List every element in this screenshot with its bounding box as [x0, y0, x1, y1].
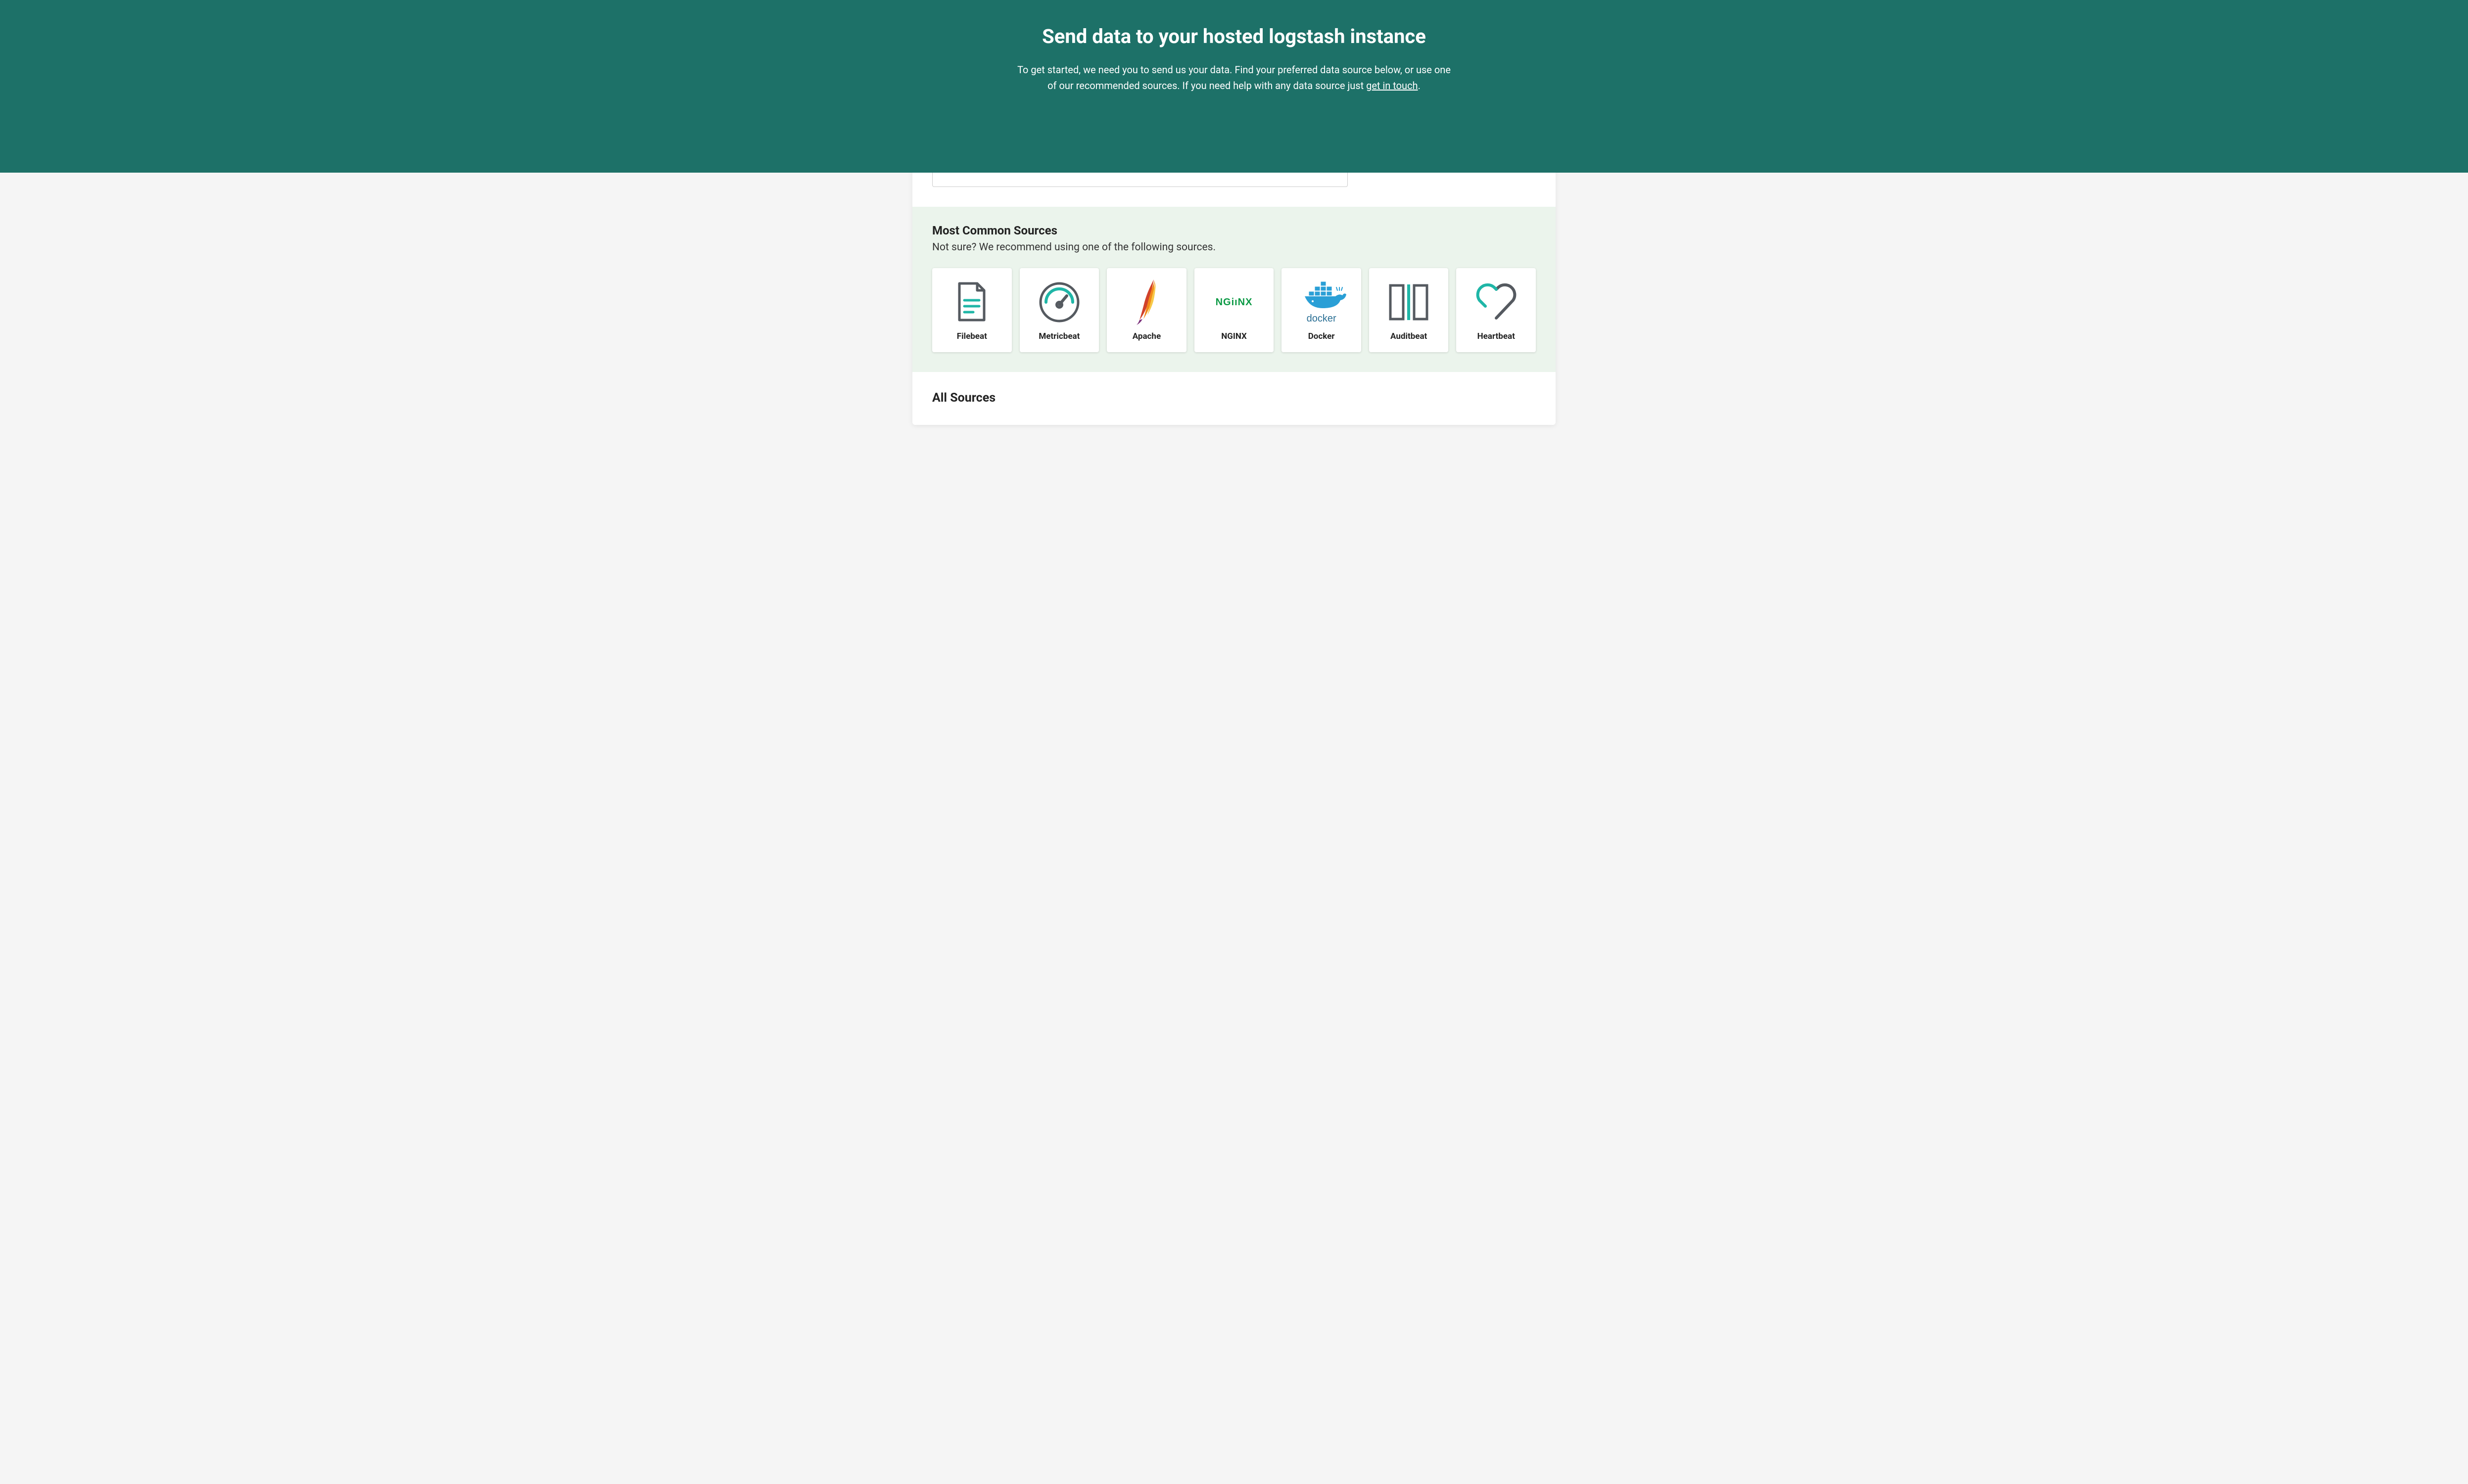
tile-nginx[interactable]: NGiıNX NGINX	[1194, 268, 1274, 352]
metricbeat-icon	[1025, 280, 1094, 325]
nginx-icon: NGiıNX	[1199, 280, 1269, 325]
common-sources-section: Most Common Sources Not sure? We recomme…	[912, 207, 1556, 372]
tile-docker[interactable]: docker Docker	[1281, 268, 1361, 352]
tile-filebeat[interactable]: Filebeat	[932, 268, 1012, 352]
auditbeat-icon	[1374, 280, 1444, 325]
hero-intro-suffix: .	[1418, 80, 1421, 92]
tile-label: Metricbeat	[1039, 331, 1080, 341]
tile-apache[interactable]: Apache	[1107, 268, 1187, 352]
tile-label: Auditbeat	[1390, 331, 1427, 341]
tile-label: Apache	[1133, 331, 1161, 341]
tile-label: NGINX	[1221, 331, 1246, 341]
docker-wordmark: docker	[1307, 313, 1336, 325]
get-in-touch-link[interactable]: get in touch	[1366, 80, 1418, 92]
tile-label: Filebeat	[957, 331, 987, 341]
common-subtitle: Not sure? We recommend using one of the …	[932, 241, 1536, 253]
tile-metricbeat[interactable]: Metricbeat	[1020, 268, 1099, 352]
tile-label: Heartbeat	[1477, 331, 1515, 341]
docker-icon: docker	[1286, 280, 1356, 325]
filebeat-icon	[937, 280, 1007, 325]
all-sources-section: All Sources	[912, 372, 1556, 425]
heartbeat-icon	[1461, 280, 1531, 325]
tile-auditbeat[interactable]: Auditbeat	[1369, 268, 1449, 352]
all-sources-heading: All Sources	[932, 391, 1536, 405]
page-title: Send data to your hosted logstash instan…	[10, 25, 2458, 48]
hero-banner: Send data to your hosted logstash instan…	[0, 0, 2468, 173]
tile-heartbeat[interactable]: Heartbeat	[1456, 268, 1536, 352]
apache-icon	[1112, 280, 1182, 325]
common-heading: Most Common Sources	[932, 224, 1536, 237]
common-tiles: Filebeat Metricbeat	[932, 268, 1536, 352]
hero-intro: To get started, we need you to send us y…	[1016, 62, 1452, 93]
tile-label: Docker	[1308, 331, 1335, 341]
